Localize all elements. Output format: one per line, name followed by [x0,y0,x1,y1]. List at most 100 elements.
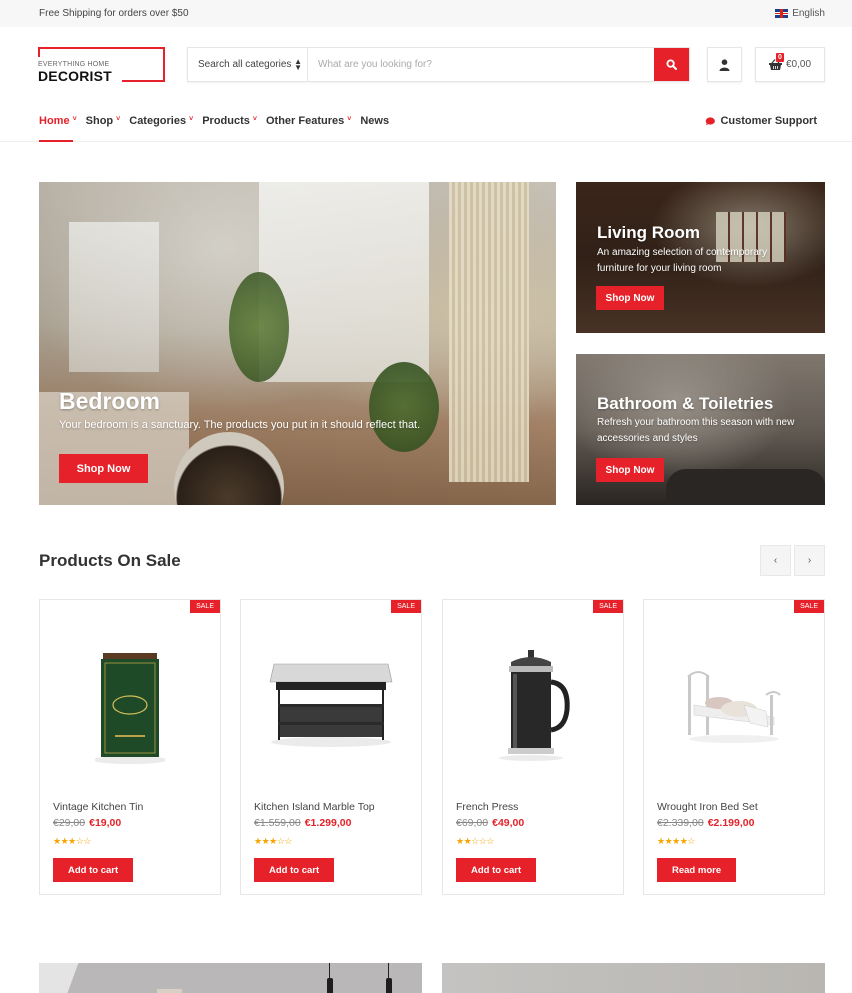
add-to-cart-button[interactable]: Add to cart [53,858,134,882]
product-prices: €29,00 €19,00 [53,817,121,829]
star-empty-icon: ☆ [83,836,91,846]
add-to-cart-button[interactable]: Add to cart [254,858,335,882]
cart-button[interactable]: 0 €0,00 [755,47,825,82]
product-image[interactable] [443,625,623,785]
promo-image[interactable] [39,963,422,993]
language-selector[interactable]: English [775,8,825,19]
read-more-button[interactable]: Read more [657,858,737,882]
banner-living-room[interactable]: Living Room An amazing selection of cont… [576,182,825,333]
product-image[interactable] [241,625,421,785]
nav-item-label: Categories [129,115,187,127]
banner-title: Living Room [597,223,700,242]
category-select[interactable]: Search all categories ▲ ▼ [188,48,308,81]
shop-now-button[interactable]: Shop Now [596,458,664,482]
search-bar: Search all categories ▲ ▼ [187,47,690,82]
old-price: €29,00 [53,817,86,829]
main-nav: Home ˅ Shop ˅ Categories ˅ Products ˅ Other … [0,104,852,142]
old-price: €69,00 [456,817,489,829]
star-rating: ★★★☆☆ [53,836,91,847]
logo-name: DECORIST [38,68,115,84]
chevron-down-icon: ˅ [116,115,121,123]
star-empty-icon: ☆ [486,836,494,846]
old-price: €2.339,00 [657,817,704,829]
star-empty-icon: ☆ [284,836,292,846]
banner-title: Bedroom [59,388,160,414]
star-filled-icon: ★ [672,836,680,846]
banner-description: An amazing selection of contemporary fur… [597,247,768,274]
chevron-down-icon: ˅ [72,115,77,123]
product-card[interactable]: SALE Kitchen Island Marble Top €1.559,00… [240,599,422,895]
star-empty-icon: ☆ [471,836,479,846]
old-price: €1.559,00 [254,817,301,829]
star-filled-icon: ★ [657,836,665,846]
sale-price: €1.299,00 [304,817,352,829]
banner-title: Bathroom & Toiletries [597,394,774,413]
product-name[interactable]: Wrought Iron Bed Set [657,801,758,813]
star-filled-icon: ★ [254,836,262,846]
carousel-prev-button[interactable]: ‹ [760,545,791,576]
star-rating: ★★☆☆☆ [456,836,494,847]
star-filled-icon: ★ [53,836,61,846]
sale-badge: SALE [593,600,623,613]
chevron-right-icon: › [807,555,812,566]
product-name[interactable]: Kitchen Island Marble Top [254,801,375,813]
sale-price: €2.199,00 [707,817,755,829]
product-image[interactable] [644,625,824,785]
search-button[interactable] [654,48,689,81]
product-card[interactable]: SALE Vintage Kitchen Tin €29,00 €19,00 ★… [39,599,221,895]
sale-badge: SALE [794,600,824,613]
nav-item-shop[interactable]: Shop ˅ [86,115,121,127]
nav-item-home[interactable]: Home ˅ [39,115,77,127]
nav-item-categories[interactable]: Categories ˅ [129,115,193,127]
nav-item-label: Shop [85,115,114,127]
carousel-next-button[interactable]: › [794,545,825,576]
customer-support-label: Customer Support [720,115,817,127]
cart-total: €0,00 [785,59,812,70]
nav-item-label: News [360,115,390,127]
uk-flag-icon [775,9,789,18]
active-nav-indicator [39,140,73,142]
search-input[interactable] [308,48,654,81]
product-name[interactable]: Vintage Kitchen Tin [53,801,143,813]
sort-arrows-icon: ▲ ▼ [294,57,302,72]
nav-item-news[interactable]: News [360,115,389,127]
add-to-cart-button[interactable]: Add to cart [456,858,537,882]
star-filled-icon: ★ [68,836,76,846]
banner-bathroom[interactable]: Bathroom & Toiletries Refresh your bathr… [576,354,825,505]
chevron-down-icon: ˅ [347,115,352,123]
nav-item-products[interactable]: Products ˅ [202,115,257,127]
cart-count-badge: 0 [776,53,784,62]
nav-item-label: Other Features [265,115,345,127]
sale-badge: SALE [190,600,220,613]
section-title: Products On Sale [39,551,181,570]
star-empty-icon: ☆ [687,836,695,846]
product-image[interactable] [40,625,220,785]
logo-tagline: EVERYTHING HOME [38,61,112,68]
star-rating: ★★★☆☆ [254,836,292,847]
product-card[interactable]: SALE Wrought Iron Bed Set €2.339,00 €2.1… [643,599,825,895]
customer-support-link[interactable]: Customer Support [705,115,817,127]
product-prices: €69,00 €49,00 [456,817,524,829]
chevron-down-icon: ˅ [252,115,257,123]
category-select-label: Search all categories [198,59,292,70]
account-button[interactable] [707,47,742,82]
sale-price: €49,00 [492,817,525,829]
nav-item-label: Home [39,115,70,127]
shop-now-button[interactable]: Shop Now [59,454,148,483]
star-filled-icon: ★ [456,836,464,846]
user-icon [719,58,730,71]
banner-bedroom[interactable]: Bedroom Your bedroom is a sanctuary. The… [39,182,556,505]
chevron-left-icon: ‹ [773,555,778,566]
promo-image[interactable] [442,963,825,993]
nav-item-other-features[interactable]: Other Features ˅ [266,115,351,127]
product-prices: €1.559,00 €1.299,00 [254,817,351,829]
banner-description: Your bedroom is a sanctuary. The product… [59,419,421,431]
banner-description: Refresh your bathroom this season with n… [597,417,795,444]
language-label: English [792,8,825,19]
product-card[interactable]: SALE French Press €69,00 €49,00 ★★☆☆☆ Ad… [442,599,624,895]
chevron-down-icon: ˅ [189,115,194,123]
shop-now-button[interactable]: Shop Now [596,286,664,310]
product-prices: €2.339,00 €2.199,00 [657,817,754,829]
logo[interactable]: EVERYTHING HOME DECORIST [37,47,165,84]
product-name[interactable]: French Press [456,801,518,813]
